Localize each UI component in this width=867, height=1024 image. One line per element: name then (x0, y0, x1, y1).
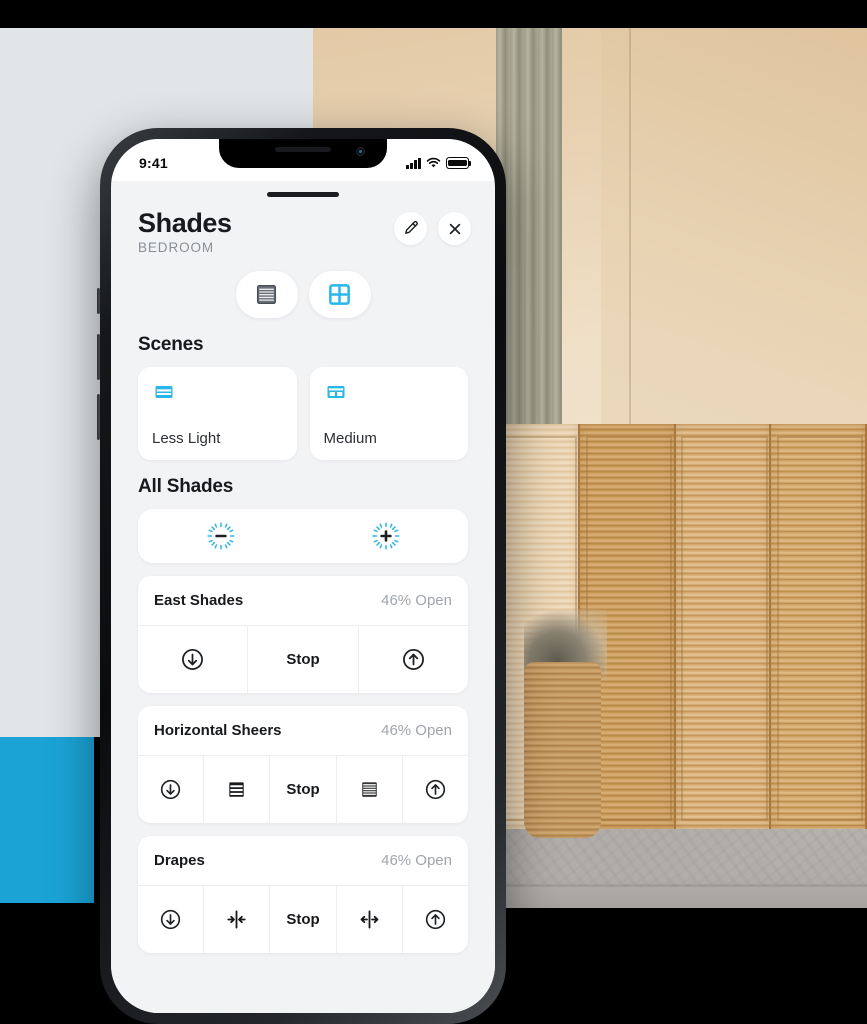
phone-screen: 9:41 Shades BEDROOM Scenes Less Light Me… (111, 139, 495, 1013)
photo-basket (523, 661, 602, 838)
device-name: Drapes (154, 852, 205, 870)
stop-button[interactable]: Stop (270, 886, 337, 954)
arrow-up-circle-icon (425, 780, 446, 800)
sun-minus-icon (206, 522, 235, 550)
arrows-inward-icon (227, 910, 246, 929)
phone-volume-down-button (97, 394, 100, 440)
scene-card-medium[interactable]: Medium (309, 367, 468, 461)
vanes-closed-button[interactable] (337, 756, 403, 824)
device-header: Horizontal Sheers 46% Open (138, 706, 468, 757)
scene-label: Less Light (152, 430, 221, 448)
stop-button[interactable]: Stop (270, 756, 337, 824)
close-button[interactable] (438, 212, 471, 245)
device-controls: Stop (138, 756, 468, 824)
slats-closed-icon (362, 782, 377, 798)
device-card-drapes: Drapes 46% Open Stop (138, 836, 468, 954)
device-state: 46% Open (381, 722, 452, 740)
device-state: 46% Open (381, 852, 452, 870)
scenes-heading: Scenes (138, 334, 204, 356)
phone-volume-up-button (97, 334, 100, 380)
arrow-up-circle-icon (425, 910, 446, 930)
decrease-light-button[interactable] (138, 521, 303, 551)
sun-plus-icon (371, 522, 400, 550)
slats-open-icon (229, 782, 244, 798)
close-icon (449, 223, 460, 234)
open-up-button[interactable] (403, 756, 468, 823)
device-header: East Shades 46% Open (138, 576, 468, 627)
phone-mockup: 9:41 Shades BEDROOM Scenes Less Light Me… (97, 128, 506, 1024)
scene-label: Medium (323, 430, 377, 448)
increase-light-button[interactable] (303, 521, 468, 551)
device-state: 46% Open (381, 592, 452, 610)
header-titles: Shades BEDROOM (138, 208, 232, 256)
close-down-button[interactable] (138, 756, 205, 824)
arrows-outward-icon (360, 910, 379, 929)
earpiece-speaker (275, 147, 331, 152)
scene-card-less-light[interactable]: Less Light (138, 367, 297, 461)
stop-label: Stop (286, 781, 320, 799)
arrow-down-circle-icon (160, 780, 181, 800)
device-card-horizontal-sheers: Horizontal Sheers 46% Open Stop (138, 706, 468, 824)
device-card-east-shades: East Shades 46% Open Stop (138, 576, 468, 694)
toggle-grid-view[interactable] (308, 271, 371, 319)
device-controls: Stop (138, 626, 468, 694)
scenes-list: Less Light Medium (111, 356, 495, 461)
status-indicators (406, 151, 472, 169)
window-grid-icon (329, 284, 350, 306)
view-toggle-group (111, 271, 495, 319)
shade-half-icon (155, 386, 173, 399)
arrow-up-circle-icon (402, 649, 424, 671)
toggle-list-view[interactable] (235, 271, 298, 319)
shade-medium-icon (327, 386, 344, 399)
stop-label: Stop (286, 911, 320, 929)
front-camera (356, 147, 365, 156)
pencil-icon (405, 221, 418, 234)
room-label: BEDROOM (138, 240, 215, 256)
phone-mute-switch (97, 288, 100, 314)
open-up-button[interactable] (359, 626, 468, 693)
photo-divider-panel (675, 424, 772, 829)
stop-button[interactable]: Stop (248, 626, 359, 694)
shades-sheet: Shades BEDROOM Scenes Less Light Medium … (111, 181, 495, 1013)
header-actions (394, 212, 471, 245)
edit-button[interactable] (394, 212, 427, 245)
photo-divider-panel (771, 424, 867, 829)
battery-icon (446, 157, 472, 169)
vanes-open-button[interactable] (204, 756, 271, 824)
arrow-down-circle-icon (182, 649, 204, 671)
stop-label: Stop (286, 651, 320, 669)
device-controls: Stop (138, 886, 468, 954)
all-shades-control-bar (138, 509, 468, 564)
close-down-button[interactable] (138, 626, 249, 694)
cellular-signal-icon (406, 157, 421, 169)
sheet-header: Shades BEDROOM (111, 197, 495, 255)
drapes-close-button[interactable] (204, 886, 271, 954)
arrow-down-circle-icon (160, 910, 181, 930)
phone-notch (219, 139, 387, 168)
drapes-open-button[interactable] (337, 886, 403, 954)
decorative-accent-block (0, 737, 94, 903)
device-name: Horizontal Sheers (154, 722, 282, 740)
close-down-button[interactable] (138, 886, 205, 954)
open-up-button[interactable] (403, 886, 468, 953)
device-header: Drapes 46% Open (138, 836, 468, 887)
device-name: East Shades (154, 592, 244, 610)
page-title: Shades (138, 208, 232, 238)
blinds-icon (256, 285, 277, 305)
wifi-icon (426, 157, 441, 168)
all-shades-heading: All Shades (138, 476, 234, 498)
status-time: 9:41 (139, 155, 168, 171)
